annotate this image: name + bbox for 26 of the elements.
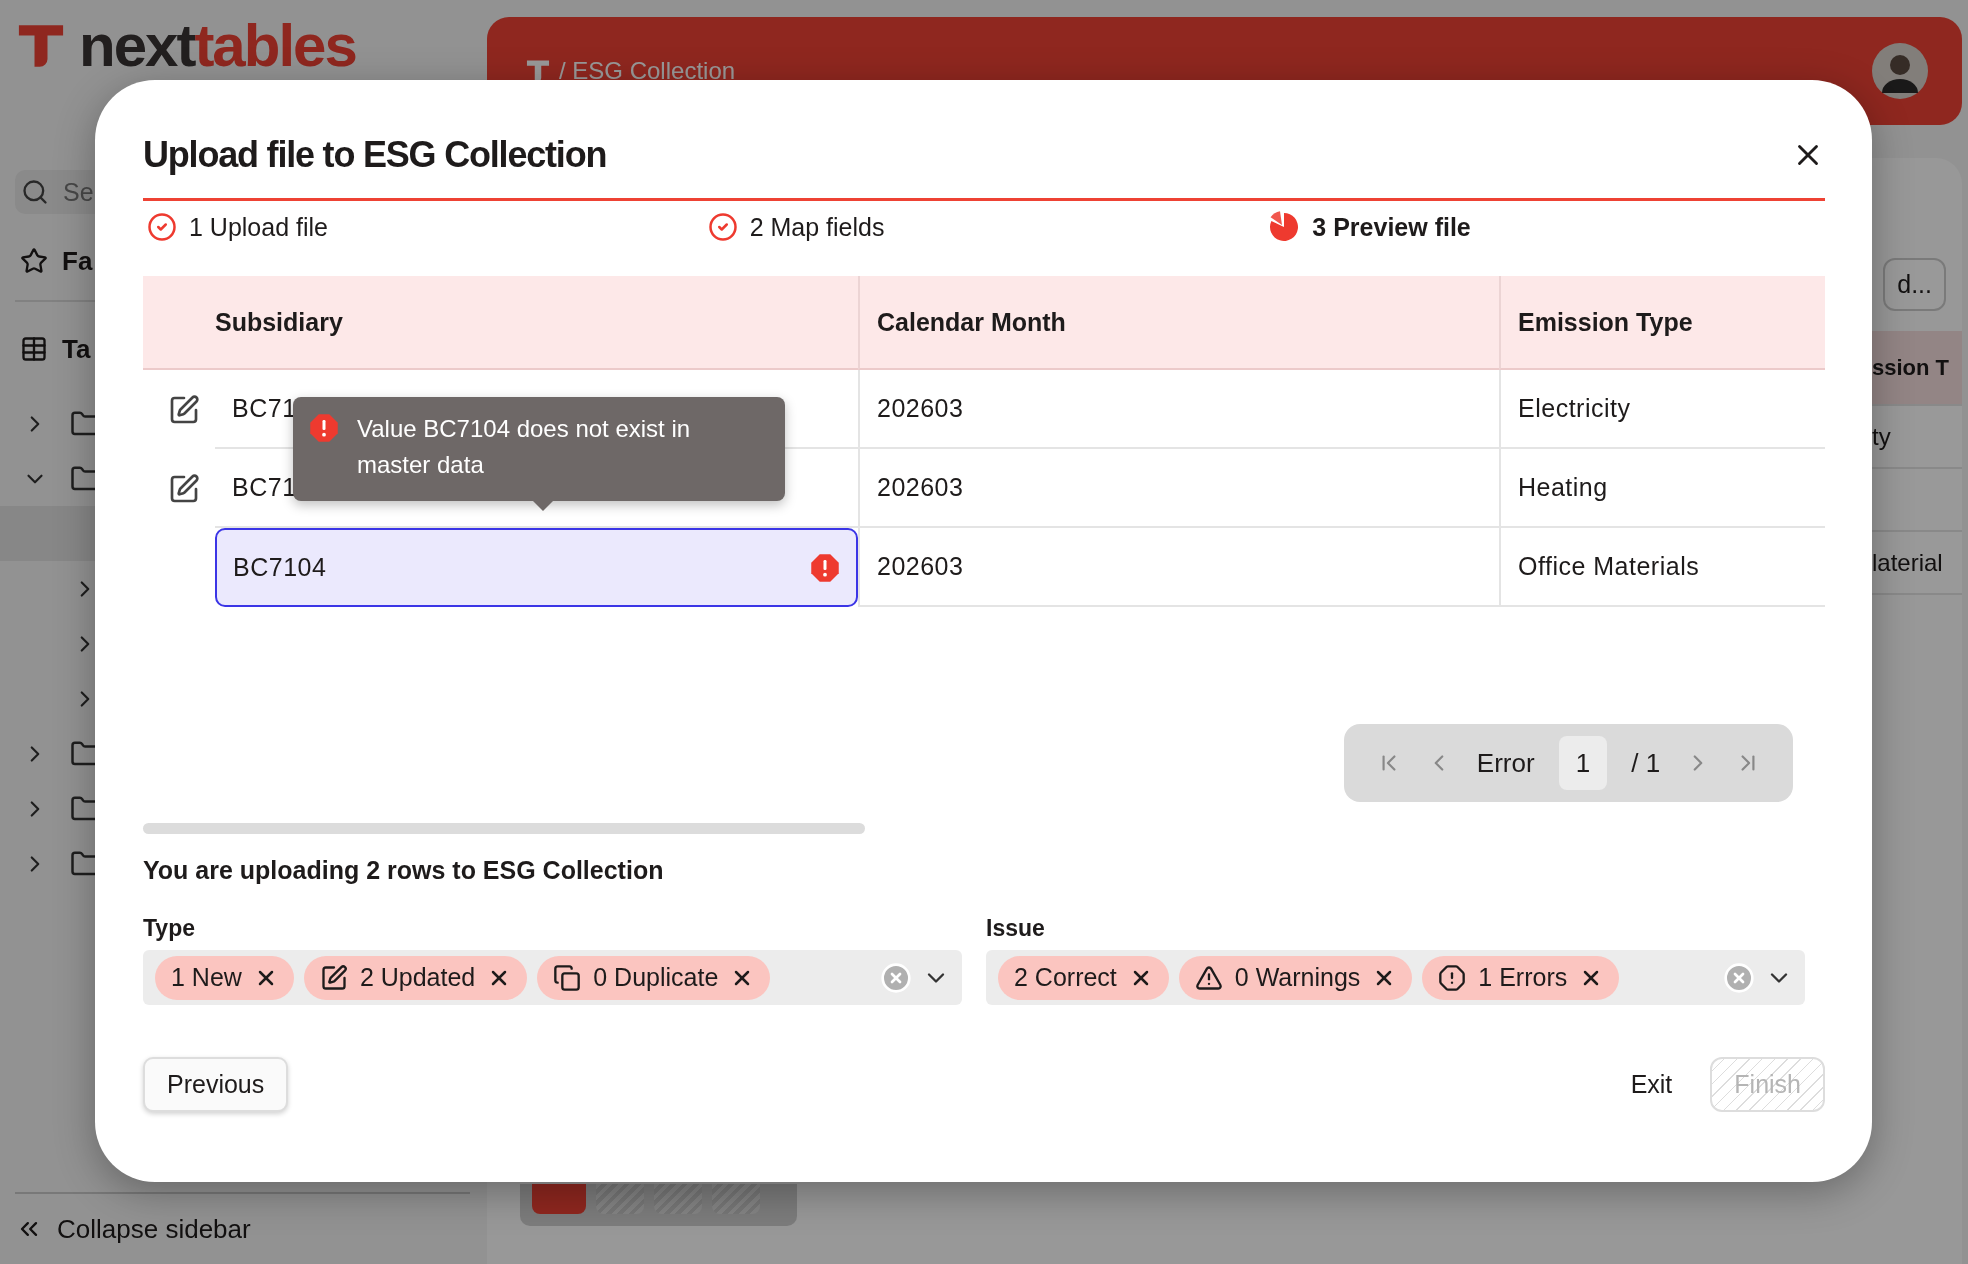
column-header: ssion T <box>1872 354 1949 381</box>
table-cell: Electricity <box>1499 370 1825 449</box>
column-header: Subsidiary <box>215 276 858 370</box>
breadcrumb: / ESG Collection <box>559 57 736 85</box>
table-cell: ty <box>1872 422 1891 451</box>
logo-wordmark: nexttables <box>79 16 356 76</box>
chip-label: 2 Correct <box>1014 963 1117 992</box>
column-header: Emission Type <box>1499 276 1825 370</box>
table-cell: laterial <box>1872 548 1943 577</box>
table-cell: 202603 <box>858 528 1499 607</box>
chip-label: 0 Duplicate <box>593 963 719 992</box>
page-total: / 1 <box>1631 747 1661 779</box>
table-cell: Office Materials <box>1499 528 1825 607</box>
column-header: Calendar Month <box>858 276 1499 370</box>
chip-label: 1 Errors <box>1478 963 1568 992</box>
filter-label: Type <box>143 915 196 942</box>
table-cell: 202603 <box>858 449 1499 528</box>
filter-label: Issue <box>986 915 1046 942</box>
dialog-title: Upload file to ESG Collection <box>143 134 607 176</box>
upload-summary: You are uploading 2 rows to ESG Collection <box>143 856 665 885</box>
pager-label: Error <box>1476 747 1535 779</box>
chip-label: 2 Updated <box>359 963 476 992</box>
table-cell: 202603 <box>858 370 1499 449</box>
chip-label: 1 New <box>171 963 242 992</box>
chip-label: 0 Warnings <box>1234 963 1361 992</box>
table-cell: Heating <box>1499 449 1825 528</box>
